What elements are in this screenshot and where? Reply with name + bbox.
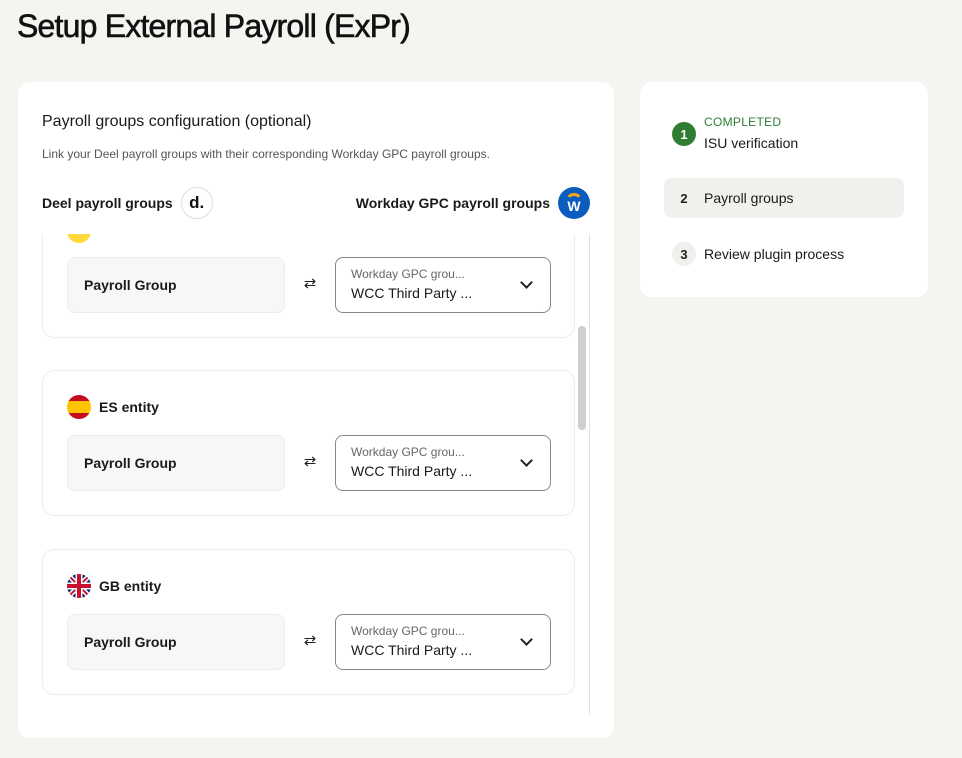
deel-logo: d. [180,187,213,219]
step-isu-verification[interactable]: 1 ISU verification [664,114,904,154]
step-label: ISU verification [704,135,799,151]
entity-card: Payroll Group ⇄ Workday GPC grou... WCC … [42,234,575,338]
select-label: Workday GPC grou... [351,267,465,281]
entity-list[interactable]: Payroll Group ⇄ Workday GPC grou... WCC … [42,234,590,714]
entity-name: ES entity [99,399,159,415]
section-description: Link your Deel payroll groups with their… [42,147,490,161]
swap-arrows-icon: ⇄ [303,453,317,470]
flag-icon [67,234,91,243]
deel-header-label: Deel payroll groups [42,195,173,211]
step-label: Review plugin process [704,246,845,262]
entity-name: GB entity [99,578,162,594]
deel-column-header: Deel payroll groups d. [42,187,213,219]
swap-arrows-icon: ⇄ [303,275,317,292]
mapping-row: Payroll Group ⇄ Workday GPC grou... WCC … [67,435,551,491]
deel-payroll-group: Payroll Group [67,614,285,670]
workday-header-label: Workday GPC payroll groups [355,195,550,211]
swap-arrows-icon: ⇄ [303,632,317,649]
entity-card: GB entity Payroll Group ⇄ Workday GPC gr… [42,549,575,695]
step-number: 3 [672,242,696,266]
mapping-row: Payroll Group ⇄ Workday GPC grou... WCC … [67,257,551,313]
step-review-plugin-process[interactable]: 3 Review plugin process [664,234,904,274]
entity-header [67,234,99,243]
payroll-groups-card: Payroll groups configuration (optional) … [18,82,614,738]
step-status-completed: COMPLETED [704,115,782,129]
entity-header: ES entity [67,395,159,419]
workday-group-select[interactable]: Workday GPC grou... WCC Third Party ... [335,614,551,670]
select-label: Workday GPC grou... [351,624,465,638]
mapping-row: Payroll Group ⇄ Workday GPC grou... WCC … [67,614,551,670]
entity-header: GB entity [67,574,161,598]
page-title: Setup External Payroll (ExPr) [17,8,411,45]
uk-flag-icon [67,574,91,598]
step-number: 2 [680,190,688,206]
section-title: Payroll groups configuration (optional) [42,113,312,130]
workday-group-select[interactable]: Workday GPC grou... WCC Third Party ... [335,435,551,491]
workday-logo: W [558,187,590,219]
step-label: Payroll groups [704,190,794,206]
deel-payroll-group: Payroll Group [67,435,285,491]
scrollbar-thumb[interactable] [578,326,586,430]
entity-card: ES entity Payroll Group ⇄ Workday GPC gr… [42,370,575,516]
select-value: WCC Third Party ... [351,463,473,479]
spain-flag-icon [67,395,91,419]
deel-payroll-group: Payroll Group [67,257,285,313]
select-label: Workday GPC grou... [351,445,465,459]
workday-column-header: Workday GPC payroll groups W [356,187,590,219]
select-value: WCC Third Party ... [351,642,473,658]
scrollbar-track[interactable] [589,234,590,714]
step-number: 1 [672,122,696,146]
workday-group-select[interactable]: Workday GPC grou... WCC Third Party ... [335,257,551,313]
select-value: WCC Third Party ... [351,285,473,301]
step-payroll-groups[interactable]: 2 Payroll groups [664,178,904,218]
setup-steps-card: 1 ISU verification COMPLETED 2 Payroll g… [640,82,928,297]
